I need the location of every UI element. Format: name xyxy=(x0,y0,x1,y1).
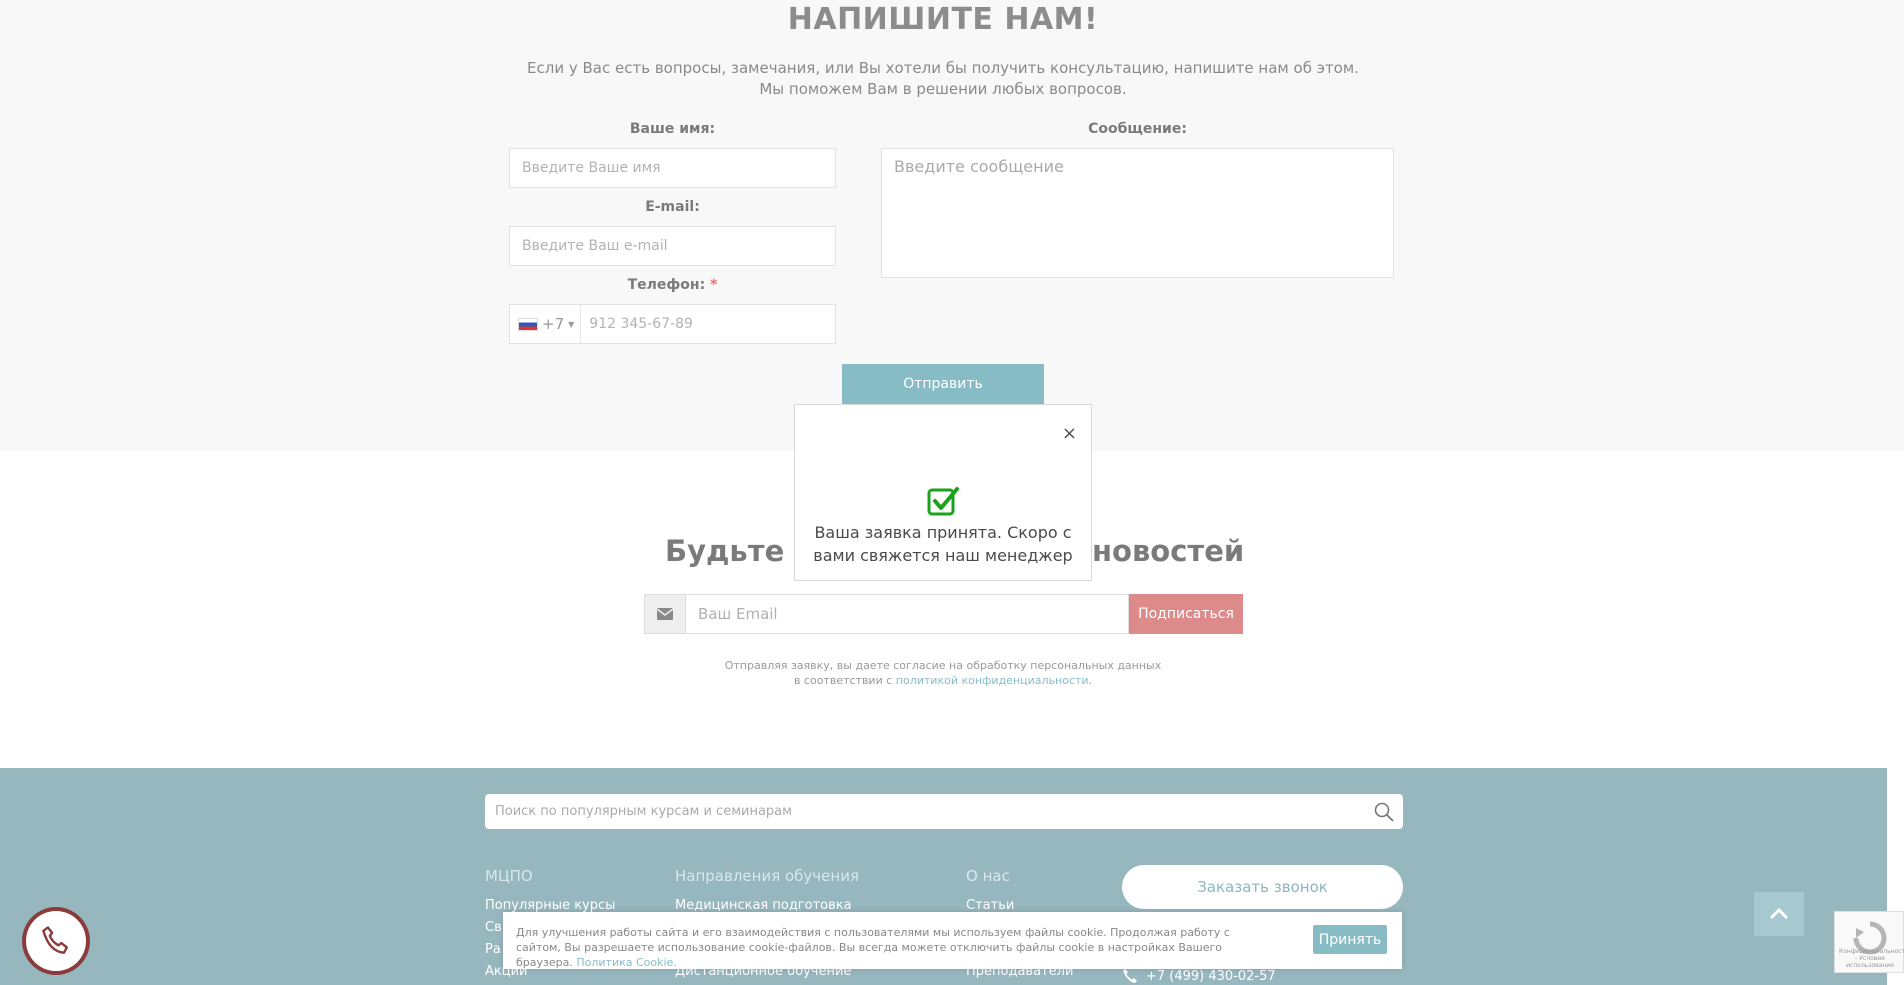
cookie-banner: Для улучшения работы сайта и его взаимод… xyxy=(503,912,1402,969)
consent-line1: Отправляя заявку, вы даете согласие на о… xyxy=(724,659,1162,672)
check-square-icon xyxy=(927,487,959,516)
footer-link[interactable]: Св xyxy=(485,920,502,935)
footer-phone[interactable]: +7 (499) 430-02-57 xyxy=(1122,968,1276,984)
cookie-text-block: Для улучшения работы сайта и его взаимод… xyxy=(516,925,1276,970)
close-icon[interactable]: × xyxy=(1062,423,1077,444)
country-code-select[interactable]: +7 ▼ xyxy=(510,305,582,343)
recaptcha-text: Конфиденциальность - Условия использован… xyxy=(1839,948,1904,969)
required-mark: * xyxy=(710,277,718,293)
phone-code: +7 xyxy=(542,315,565,333)
envelope-icon xyxy=(644,594,686,634)
call-widget-button[interactable] xyxy=(22,907,90,975)
phone-handset-icon xyxy=(42,926,68,954)
scroll-to-top-button[interactable] xyxy=(1754,892,1804,936)
chevron-up-icon xyxy=(1769,908,1789,920)
subscribe-title-left: Будьте в xyxy=(665,534,813,568)
consent-line2: в соответствии с политикой конфиденциаль… xyxy=(0,673,1886,688)
subscribe-form: Ваш Email Подписаться xyxy=(644,594,1243,634)
contact-intro-line2: Мы поможем Вам в решении любых вопросов. xyxy=(759,80,1127,98)
message-textarea[interactable]: Введите сообщение xyxy=(881,148,1394,278)
subscribe-title-right: новостей xyxy=(1092,534,1245,568)
privacy-policy-link[interactable]: политикой конфиденциальности xyxy=(896,674,1089,687)
footer-col1-title: МЦПО xyxy=(485,867,533,885)
send-button[interactable]: Отправить xyxy=(842,364,1044,404)
success-popup: × Ваша заявка принята. Скоро с вами свяж… xyxy=(794,404,1092,581)
recaptcha-badge[interactable]: Конфиденциальность - Условия использован… xyxy=(1834,911,1904,973)
subscribe-email-input[interactable]: Ваш Email xyxy=(686,594,1129,634)
message-label: Сообщение: xyxy=(1088,121,1187,137)
russia-flag-icon xyxy=(518,317,538,331)
phone-icon xyxy=(1123,969,1137,983)
footer-link[interactable]: Популярные курсы xyxy=(485,898,615,913)
phone-label: Телефон: * xyxy=(509,277,836,293)
cookie-policy-link[interactable]: Политика Cookie. xyxy=(576,956,676,969)
name-input[interactable]: Введите Ваше имя xyxy=(509,148,836,188)
footer-col2-title: Направления обучения xyxy=(675,867,859,885)
email-label: E-mail: xyxy=(645,199,700,215)
phone-input[interactable]: +7 ▼ 912 345-67-89 xyxy=(509,304,836,344)
consent-suffix: . xyxy=(1088,674,1093,687)
contact-intro-line1: Если у Вас есть вопросы, замечания, или … xyxy=(527,59,1359,77)
search-icon[interactable] xyxy=(1374,802,1394,822)
footer-link[interactable]: Статьи xyxy=(966,898,1014,913)
footer-phone-number: +7 (499) 430-02-57 xyxy=(1146,968,1276,984)
callback-button[interactable]: Заказать звонок xyxy=(1122,865,1403,909)
phone-label-text: Телефон: xyxy=(627,277,706,293)
footer-col3-title: О нас xyxy=(966,867,1010,885)
footer-link[interactable]: Ра xyxy=(485,942,501,957)
email-input[interactable]: Введите Ваш e-mail xyxy=(509,226,836,266)
contact-title: НАПИШИТЕ НАМ! xyxy=(787,2,1099,37)
name-label: Ваше имя: xyxy=(629,121,716,137)
footer-link[interactable]: Медицинская подготовка xyxy=(675,898,852,913)
consent-prefix: в соответствии с xyxy=(793,674,893,687)
caret-down-icon: ▼ xyxy=(568,319,575,329)
accept-cookie-button[interactable]: Принять xyxy=(1313,925,1387,954)
contact-section: НАПИШИТЕ НАМ! Если у Вас есть вопросы, з… xyxy=(0,0,1904,451)
popup-message: Ваша заявка принята. Скоро с вами свяжет… xyxy=(813,523,1073,565)
footer-search-placeholder: Поиск по популярным курсам и семинарам xyxy=(495,804,792,819)
footer-search-input[interactable]: Поиск по популярным курсам и семинарам xyxy=(485,794,1403,829)
phone-placeholder: 912 345-67-89 xyxy=(589,316,693,332)
subscribe-button[interactable]: Подписаться xyxy=(1129,594,1243,634)
